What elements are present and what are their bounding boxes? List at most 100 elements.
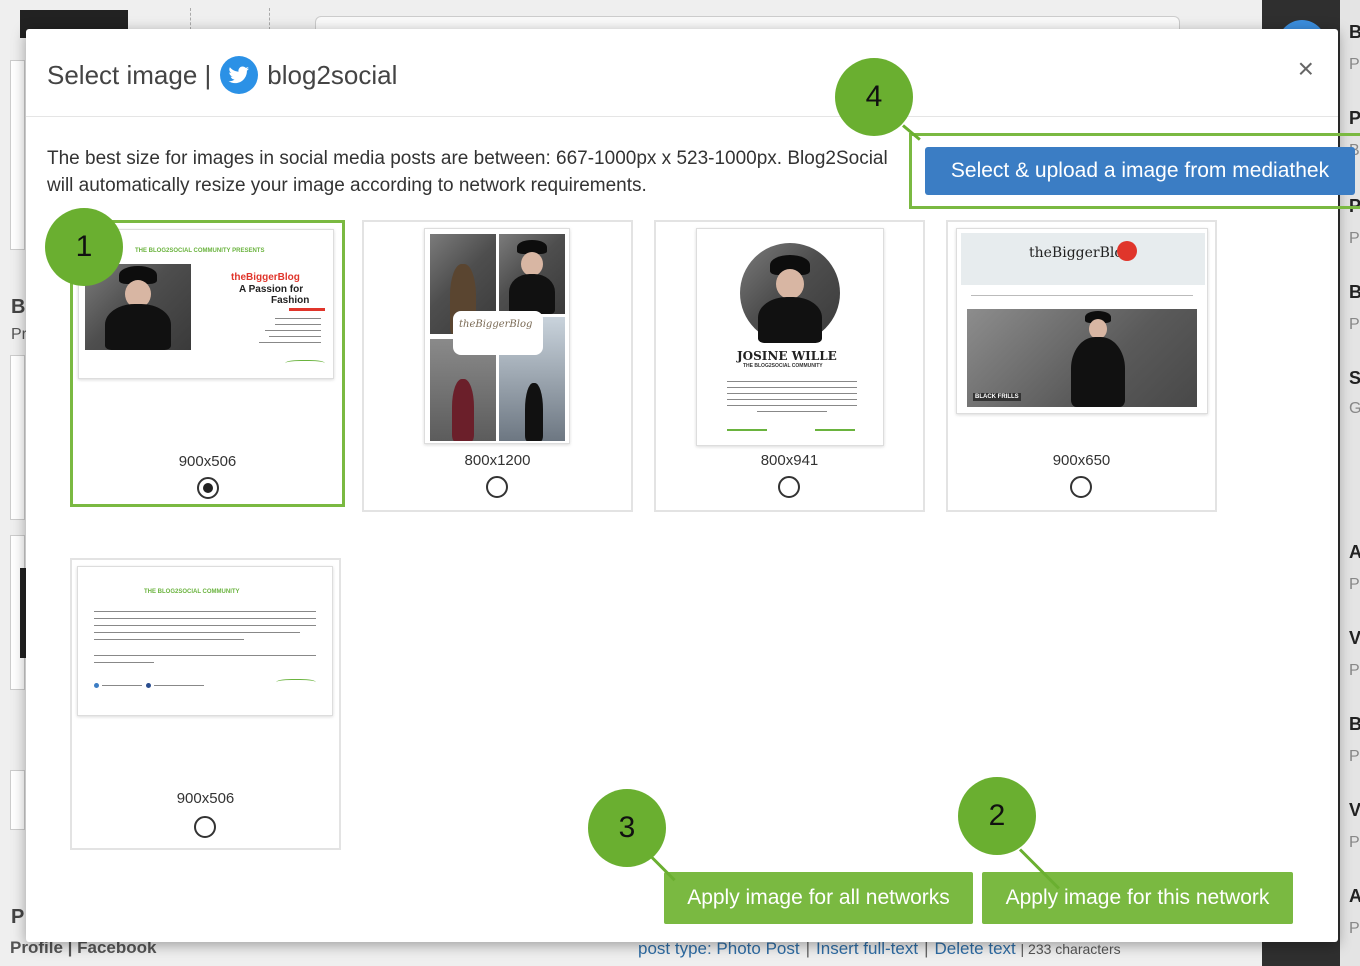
brand-name: blog2social	[267, 59, 398, 90]
image-thumbnail: theBiggerBlog	[424, 228, 570, 444]
thumbnail-text-line	[265, 330, 321, 331]
thumbnail-text-line	[727, 399, 857, 400]
image-thumbnail: JOSINE WILLE THE BLOG2SOCIAL COMMUNITY	[696, 228, 884, 446]
body-shape	[452, 379, 474, 441]
thumbnail-text-line	[269, 336, 321, 337]
thumbnail-header: THE BLOG2SOCIAL COMMUNITY PRESENTS	[135, 248, 265, 254]
image-thumbnail: theBiggerBlog BLACK FRILLS	[956, 228, 1208, 414]
image-option-card[interactable]: theBiggerBlog 800x1200	[362, 220, 633, 512]
thumbnail-accent-bar	[289, 308, 325, 311]
network-name-fragment[interactable]: A	[1349, 542, 1360, 563]
thumbnail-caption: BLACK FRILLS	[973, 393, 1021, 401]
network-name-fragment[interactable]: V	[1349, 628, 1360, 649]
body-shape	[509, 274, 555, 314]
thumbnail-text-line	[94, 655, 316, 656]
network-name-fragment[interactable]: B	[1349, 22, 1360, 43]
thumbnail-name: JOSINE WILLE	[737, 349, 837, 363]
network-profile-fragment[interactable]: P	[1349, 576, 1360, 594]
apply-all-networks-button[interactable]: Apply image for all networks	[664, 872, 973, 924]
image-size-label: 800x1200	[464, 452, 531, 469]
image-radio[interactable]	[197, 477, 219, 499]
image-size-label: 900x506	[178, 453, 237, 470]
background-thumbnail-note	[190, 8, 270, 30]
thumbnail-text-line	[94, 611, 316, 612]
select-image-modal: Select image | blog2social × The best si…	[26, 29, 1360, 942]
image-size-label: 900x650	[1052, 452, 1111, 469]
thumbnail-text-line	[102, 685, 142, 686]
callout-badge: 1	[45, 208, 123, 286]
body-shape	[1071, 337, 1125, 407]
upload-highlight: Select & upload a image from mediathek	[909, 133, 1360, 209]
twitter-bird-icon	[220, 56, 259, 94]
network-profile-fragment[interactable]: P	[1349, 662, 1360, 680]
thumbnail-text-line	[94, 618, 316, 619]
thumbnail-text-line	[154, 685, 204, 686]
network-name-fragment[interactable]: B	[1349, 282, 1360, 303]
face-shape	[521, 252, 543, 276]
network-profile-fragment[interactable]: P	[1349, 920, 1360, 938]
image-thumbnail: THE BLOG2SOCIAL COMMUNITY	[77, 566, 333, 716]
network-profile-fragment[interactable]: P	[1349, 316, 1360, 334]
thumbnail-accent-bar	[727, 429, 767, 431]
close-icon[interactable]: ×	[1298, 55, 1314, 83]
background-panel	[10, 355, 25, 520]
twitter-dot-icon	[94, 683, 99, 688]
thumbnail-tagline: A Passion for	[239, 284, 304, 295]
network-name-fragment[interactable]: S	[1349, 368, 1360, 389]
face-shape	[1089, 319, 1107, 339]
upload-from-mediathek-button[interactable]: Select & upload a image from mediathek	[925, 147, 1355, 195]
thumbnail-text-line	[94, 662, 154, 663]
thumbnail-photo	[740, 243, 840, 343]
image-size-label: 900x506	[176, 790, 235, 807]
modal-title: Select image | blog2social	[47, 55, 397, 95]
thumbnail-text-line	[275, 318, 321, 319]
post-footer-links: post type: Photo Post | Insert full-text | D…	[638, 939, 1121, 958]
thumbnail-text-line	[727, 393, 857, 394]
body-shape	[525, 383, 543, 441]
image-radio[interactable]	[194, 816, 216, 838]
network-profile-fragment[interactable]: P	[1349, 834, 1360, 852]
network-name-fragment[interactable]: P	[1349, 108, 1360, 129]
thumbnail-text-line	[727, 387, 857, 388]
thumbnail-accent-bar	[815, 429, 855, 431]
thumbnail-text-line	[757, 411, 827, 412]
thumbnail-photo	[499, 234, 565, 314]
network-name-fragment[interactable]: B	[1349, 714, 1360, 735]
background-heading: B	[11, 296, 26, 318]
image-radio[interactable]	[486, 476, 508, 498]
thumbnail-nav-line	[971, 295, 1193, 296]
thumbnail-text-line	[94, 625, 316, 626]
network-name-fragment[interactable]: A	[1349, 886, 1360, 907]
network-name-fragment[interactable]: V	[1349, 800, 1360, 821]
character-count: | 233 characters	[1020, 941, 1121, 957]
network-profile-fragment[interactable]: P	[1349, 230, 1360, 248]
thumbnail-text-line	[727, 405, 857, 406]
network-profile-fragment[interactable]: G	[1349, 400, 1360, 418]
thumbnail-banner: theBiggerBlog	[961, 233, 1205, 285]
thumbnail-text-line	[259, 342, 321, 343]
thumbnail-brand: theBiggerBlog	[231, 272, 300, 283]
apply-this-network-button[interactable]: Apply image for this network	[982, 872, 1293, 924]
background-text: Pr	[11, 326, 27, 343]
image-size-label: 800x941	[760, 452, 819, 469]
image-option-card[interactable]: THE BLOG2SOCIAL COMMUNITY 900x506	[70, 558, 341, 850]
network-profile-fragment[interactable]: P	[1349, 748, 1360, 766]
modal-title-text: Select image |	[47, 59, 212, 90]
modal-header: Select image | blog2social ×	[26, 29, 1338, 117]
thumbnail-overlay: theBiggerBlog	[453, 311, 543, 355]
background-heading: P	[11, 906, 25, 928]
thumbnail-tagline: Fashion	[271, 295, 310, 306]
image-option-card[interactable]: theBiggerBlog BLACK FRILLS 900x650	[946, 220, 1217, 512]
network-profile-fragment[interactable]: P	[1349, 56, 1360, 74]
brand-red-dot	[1117, 241, 1137, 261]
callout-badge: 4	[835, 58, 913, 136]
thumbnail-photo: BLACK FRILLS	[967, 309, 1197, 407]
image-radio[interactable]	[1070, 476, 1092, 498]
thumbnail-text-line	[94, 632, 300, 633]
image-radio[interactable]	[778, 476, 800, 498]
face-shape	[776, 269, 804, 299]
body-shape	[105, 304, 171, 350]
image-option-card[interactable]: JOSINE WILLE THE BLOG2SOCIAL COMMUNITY 8…	[654, 220, 925, 512]
thumbnail-text-line	[727, 381, 857, 382]
blog2social-logo	[276, 679, 316, 687]
